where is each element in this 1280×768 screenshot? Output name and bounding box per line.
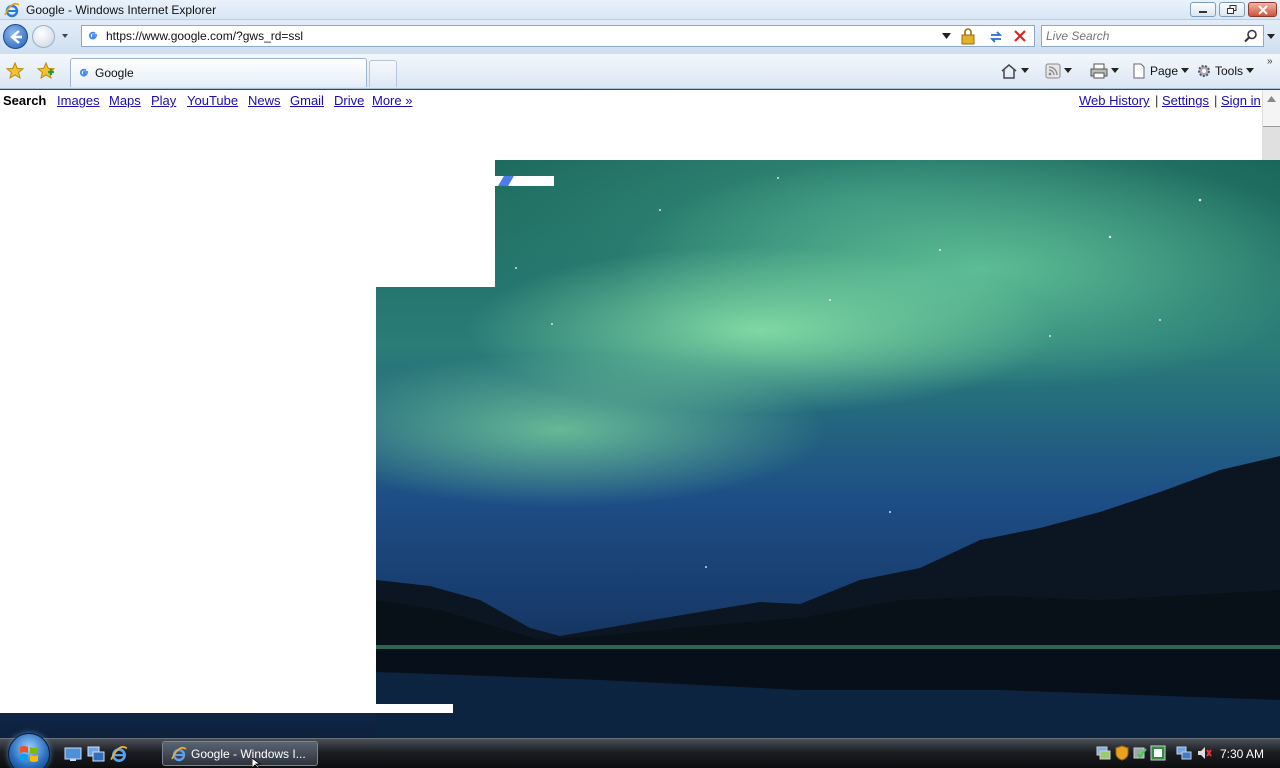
- feeds-button[interactable]: [1045, 62, 1072, 80]
- nav-separator: |: [1214, 93, 1218, 108]
- vertical-scrollbar[interactable]: [1262, 90, 1280, 160]
- page-menu-button[interactable]: Page: [1131, 62, 1190, 80]
- search-options-dropdown-icon[interactable]: [1267, 34, 1275, 40]
- security-shield-icon[interactable]: [1114, 745, 1130, 761]
- back-arrow-icon: [10, 30, 22, 44]
- nav-link-sign-in[interactable]: Sign in: [1221, 93, 1261, 108]
- safely-remove-hardware-icon[interactable]: [1132, 745, 1148, 761]
- recent-pages-dropdown-icon[interactable]: [61, 32, 69, 40]
- chevron-down-icon: [1181, 68, 1190, 73]
- page-menu-label: Page: [1150, 64, 1179, 78]
- close-icon: [1257, 5, 1268, 15]
- taskbar-button-ie[interactable]: Google - Windows I...: [162, 741, 318, 766]
- google-favicon-icon: [88, 31, 98, 40]
- windows-logo-icon: [20, 746, 38, 762]
- scrollbar-thumb[interactable]: [1263, 126, 1280, 160]
- minimize-button[interactable]: [1190, 2, 1216, 17]
- volume-muted-icon[interactable]: [1196, 745, 1212, 761]
- page-content-fragment: [0, 704, 453, 713]
- nav-link-gmail[interactable]: Gmail: [290, 93, 324, 108]
- forward-button[interactable]: [32, 25, 55, 48]
- taskbar: Google - Windows I... 7:30 AM: [0, 733, 1280, 768]
- tools-menu-label: Tools: [1215, 64, 1244, 78]
- minimize-icon: [1199, 11, 1207, 13]
- add-to-favorites-icon[interactable]: [37, 62, 55, 80]
- taskbar-button-label: Google - Windows I...: [191, 747, 306, 761]
- nav-link-web-history[interactable]: Web History: [1079, 93, 1150, 108]
- page-content-fragment: [0, 160, 495, 287]
- network-connection-icon[interactable]: [1176, 745, 1192, 761]
- nav-link-play[interactable]: Play: [151, 93, 176, 108]
- ie-logo-icon: [4, 2, 20, 18]
- nav-link-youtube[interactable]: YouTube: [187, 93, 238, 108]
- address-bar: https://www.google.com/?gws_rd=ssl: [0, 20, 1280, 54]
- live-search-field[interactable]: [1041, 25, 1264, 47]
- search-icon[interactable]: [1244, 29, 1258, 43]
- close-window-button[interactable]: [1248, 2, 1277, 17]
- nav-link-maps[interactable]: Maps: [109, 93, 141, 108]
- nav-link-drive[interactable]: Drive: [334, 93, 364, 108]
- restore-icon: [1227, 5, 1237, 14]
- scroll-up-arrow-icon[interactable]: [1267, 96, 1276, 102]
- live-search-input[interactable]: [1046, 28, 1236, 44]
- tab-bar: Google Page Tools »: [0, 54, 1280, 89]
- tab-label: Google: [95, 66, 134, 80]
- refresh-icon[interactable]: [988, 29, 1004, 45]
- window-title: Google - Windows Internet Explorer: [26, 3, 217, 17]
- ie-logo-icon: [171, 746, 187, 762]
- google-nav-bar: Search Images Maps Play YouTube News Gma…: [0, 90, 1262, 112]
- start-button[interactable]: [8, 733, 50, 768]
- system-tray: 7:30 AM: [1092, 742, 1280, 766]
- more-commands-chevron-icon[interactable]: »: [1267, 56, 1273, 67]
- chevron-down-icon: [1246, 68, 1255, 73]
- print-button[interactable]: [1090, 62, 1119, 80]
- nav-link-news[interactable]: News: [248, 93, 281, 108]
- network-sharing-icon[interactable]: [1095, 745, 1111, 761]
- home-icon: [1001, 64, 1017, 79]
- chevron-down-icon: [1111, 68, 1119, 73]
- page-icon: [1133, 63, 1145, 79]
- windows-defender-icon[interactable]: [1150, 745, 1166, 761]
- switch-windows-icon[interactable]: [87, 745, 105, 763]
- google-favicon-icon: [79, 68, 89, 77]
- new-tab-button[interactable]: [369, 60, 397, 87]
- url-dropdown-icon[interactable]: [942, 33, 951, 39]
- nav-link-settings[interactable]: Settings: [1162, 93, 1209, 108]
- tools-menu-button[interactable]: Tools: [1196, 62, 1255, 80]
- gear-icon: [1198, 65, 1210, 77]
- page-content-fragment: [0, 287, 376, 704]
- stop-icon[interactable]: [1013, 29, 1027, 43]
- show-desktop-icon[interactable]: [64, 745, 82, 763]
- google-logo-fragment: [495, 176, 554, 186]
- chevron-down-icon: [1064, 68, 1072, 73]
- printer-icon: [1090, 63, 1108, 79]
- restore-button[interactable]: [1219, 2, 1245, 17]
- clock[interactable]: 7:30 AM: [1220, 747, 1264, 761]
- nav-separator: |: [1155, 93, 1159, 108]
- favorites-star-icon[interactable]: [6, 62, 24, 80]
- rss-feed-icon: [1045, 63, 1061, 79]
- back-button[interactable]: [3, 24, 28, 49]
- title-bar: Google - Windows Internet Explorer: [0, 0, 1280, 20]
- nav-link-images[interactable]: Images: [57, 93, 100, 108]
- url-text: https://www.google.com/?gws_rd=ssl: [106, 29, 304, 43]
- nav-link-search[interactable]: Search: [3, 93, 46, 108]
- chevron-down-icon: [1021, 68, 1029, 73]
- lock-icon[interactable]: [960, 28, 976, 45]
- home-button[interactable]: [1000, 62, 1029, 80]
- mouse-cursor-icon: [252, 758, 262, 768]
- nav-link-more[interactable]: More »: [372, 93, 412, 108]
- ie-quick-launch-icon[interactable]: [110, 745, 128, 763]
- url-field[interactable]: https://www.google.com/?gws_rd=ssl: [81, 25, 1035, 47]
- tab-google[interactable]: Google: [70, 58, 367, 87]
